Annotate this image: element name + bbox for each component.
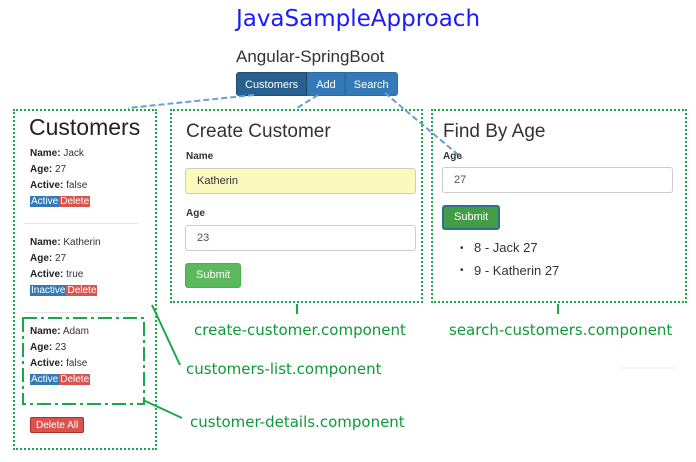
customer-age: 27 bbox=[55, 253, 67, 264]
customer-name: Jack bbox=[63, 148, 84, 159]
result-text: Katherin 27 bbox=[492, 262, 560, 278]
list-item: 9 - Katherin 27 bbox=[460, 260, 559, 283]
toggle-active-button[interactable]: Active bbox=[30, 374, 60, 385]
age-key: Age: bbox=[30, 342, 53, 353]
toggle-active-button[interactable]: Inactive bbox=[30, 285, 67, 296]
create-component-annotation: create-customer.component bbox=[194, 321, 406, 339]
search-component-annotation: search-customers.component bbox=[449, 321, 673, 339]
name-key: Name: bbox=[30, 326, 61, 337]
age-input[interactable]: 23 bbox=[185, 225, 416, 251]
search-submit-button[interactable]: Submit bbox=[442, 205, 501, 230]
result-separator: - bbox=[481, 240, 493, 255]
result-separator: - bbox=[481, 262, 493, 278]
result-text: Jack 27 bbox=[492, 240, 538, 255]
search-results-list: 8 - Jack 27 9 - Katherin 27 bbox=[460, 237, 559, 282]
create-customer-title: Create Customer bbox=[186, 121, 331, 142]
active-key: Active: bbox=[30, 269, 64, 280]
customer-active: false bbox=[66, 180, 88, 191]
active-key: Active: bbox=[30, 180, 64, 191]
list-item: 8 - Jack 27 bbox=[460, 237, 559, 260]
search-age-label: Age bbox=[443, 151, 462, 162]
customer-card: Name: Jack Age: 27 Active: false Active D… bbox=[30, 146, 91, 207]
list-component-annotation: customers-list.component bbox=[186, 360, 382, 378]
age-label: Age bbox=[186, 208, 205, 219]
customer-age: 27 bbox=[55, 164, 67, 175]
search-age-input[interactable]: 27 bbox=[442, 167, 673, 193]
customer-name: Adam bbox=[62, 326, 89, 337]
name-label: Name bbox=[186, 151, 214, 162]
create-submit-button[interactable]: Submit bbox=[185, 263, 242, 288]
age-key: Age: bbox=[30, 253, 53, 264]
age-key: Age: bbox=[30, 164, 53, 175]
customers-list-title: Customers bbox=[29, 114, 141, 140]
name-input[interactable]: Katherin bbox=[185, 168, 416, 194]
customer-age: 23 bbox=[55, 342, 67, 353]
delete-customer-button[interactable]: Delete bbox=[66, 285, 98, 296]
divider bbox=[24, 223, 138, 224]
details-component-annotation: customer-details.component bbox=[190, 413, 405, 431]
customer-name: Katherin bbox=[63, 237, 101, 248]
customer-active: false bbox=[66, 358, 88, 369]
active-key: Active: bbox=[30, 358, 64, 369]
name-key: Name: bbox=[30, 237, 61, 248]
delete-all-button[interactable]: Delete All bbox=[30, 417, 85, 433]
name-key: Name: bbox=[30, 148, 61, 159]
customer-card: Name: Adam Age: 23 Active: false Active D… bbox=[30, 324, 91, 385]
customer-active: true bbox=[66, 269, 84, 280]
toggle-active-button[interactable]: Active bbox=[30, 196, 60, 207]
find-by-age-title: Find By Age bbox=[443, 121, 546, 142]
divider bbox=[24, 312, 138, 313]
customer-card: Name: Katherin Age: 27 Active: true Inac… bbox=[30, 235, 101, 296]
delete-customer-button[interactable]: Delete bbox=[59, 196, 91, 207]
delete-customer-button[interactable]: Delete bbox=[59, 374, 91, 385]
